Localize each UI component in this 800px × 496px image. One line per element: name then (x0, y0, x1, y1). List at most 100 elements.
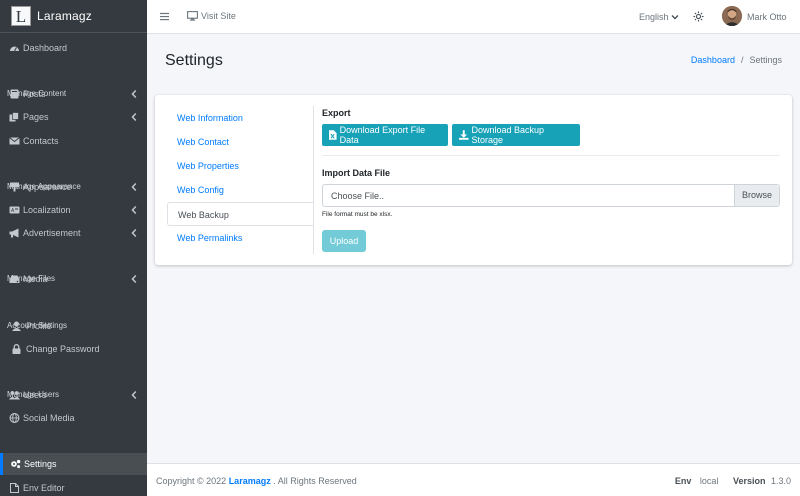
breadcrumb-current: Settings (749, 55, 782, 65)
bullhorn-icon (9, 228, 19, 238)
env-value: local (699, 476, 719, 486)
download-icon (459, 130, 469, 140)
sidebar-item-settings[interactable]: Settings (0, 453, 147, 476)
footer-brand-link[interactable]: Laramagz (229, 476, 271, 486)
sidebar-item-label: Pages (23, 112, 49, 123)
brand[interactable]: L Laramagz (0, 0, 147, 33)
chevron-left-icon (131, 229, 137, 238)
env-version: Env local Version 1.3.0 (675, 476, 791, 486)
user-name[interactable]: Mark Otto (747, 12, 787, 22)
copyright: Copyright © 2022 Laramagz . All Rights R… (156, 476, 357, 486)
sidebar: L Laramagz Dashboard Manage Content Posts P… (0, 0, 147, 496)
chevron-left-icon (131, 390, 137, 400)
sidebar-item-appearance[interactable]: Appearance (0, 176, 147, 198)
section-divider (322, 155, 780, 156)
language-label: English (639, 12, 669, 22)
sidebar-item-env-editor[interactable]: Env Editor (0, 477, 147, 496)
chevron-left-icon (131, 113, 137, 122)
sidebar-item-posts[interactable]: Posts (0, 83, 147, 105)
tab-web-information[interactable]: Web Information (167, 106, 314, 130)
brand-logo: L (11, 6, 31, 26)
sidebar-item-localization[interactable]: A Localization (0, 199, 147, 221)
sidebar-item-label: Change Password (26, 343, 100, 354)
hamburger-menu-icon[interactable] (160, 12, 169, 21)
paint-brush-icon (10, 182, 19, 192)
sidebar-item-label: Users (23, 390, 47, 400)
sidebar-item-media[interactable]: Media (0, 268, 147, 290)
download-backup-label: Download Backup Storage (471, 125, 545, 145)
avatar-image (722, 6, 742, 26)
export-label: Export (322, 108, 351, 118)
desktop-icon (187, 11, 198, 21)
sidebar-item-label: Posts (23, 89, 46, 100)
lock-icon (12, 343, 21, 354)
breadcrumb-separator: / (740, 55, 744, 65)
import-label: Import Data File (322, 168, 391, 178)
users-icon (9, 391, 20, 400)
sidebar-item-label: Dashboard (23, 43, 68, 53)
download-backup-button[interactable]: Download Backup Storage (452, 124, 580, 146)
sidebar-item-social-media[interactable]: Social Media (0, 407, 147, 429)
copyright-prefix: Copyright © 2022 (156, 476, 229, 486)
hdd-icon (9, 275, 20, 284)
theme-toggle-icon[interactable] (693, 11, 704, 22)
sidebar-item-contacts[interactable]: Contacts (0, 130, 147, 152)
download-export-button[interactable]: Download Export File Data (322, 124, 448, 146)
language-dropdown[interactable]: English (639, 12, 679, 22)
file-format-hint: File format must be xlsx. (322, 211, 393, 218)
sidebar-item-dashboard[interactable]: Dashboard (0, 37, 147, 59)
version-value: 1.3.0 (770, 476, 791, 486)
chevron-left-icon (131, 205, 137, 215)
language-icon: A (9, 206, 20, 214)
settings-card: Web Information Web Contact Web Properties… (155, 95, 792, 265)
file-excel-icon (329, 130, 337, 140)
user-icon (12, 321, 21, 331)
tab-web-backup[interactable]: Web Backup (167, 202, 314, 226)
sidebar-item-label: Advertisement (23, 228, 81, 239)
tab-web-config[interactable]: Web Config (167, 178, 314, 202)
visit-site-link[interactable]: Visit Site (187, 11, 236, 21)
breadcrumb-dashboard-link[interactable]: Dashboard (691, 55, 735, 65)
chevron-left-icon (131, 275, 137, 284)
chevron-left-icon (131, 182, 137, 191)
copy-icon (9, 112, 19, 122)
sidebar-item-label: Profile (26, 320, 52, 331)
copyright-suffix: . All Rights Reserved (270, 476, 357, 486)
sidebar-item-label: Appearance (23, 181, 72, 192)
tab-web-permalinks[interactable]: Web Permalinks (167, 226, 314, 250)
download-export-label: Download Export File Data (339, 125, 426, 145)
sidebar-item-pages[interactable]: Pages (0, 106, 147, 128)
sidebar-item-users[interactable]: Users (0, 384, 147, 406)
settings-tabs: Web Information Web Contact Web Properties… (167, 106, 314, 250)
breadcrumb: Dashboard / Settings (691, 55, 782, 65)
sidebar-item-label: Localization (23, 205, 71, 215)
user-avatar[interactable] (722, 6, 742, 26)
file-input-placeholder: Choose File.. (331, 191, 385, 201)
tachometer-icon (10, 46, 19, 52)
brand-name: Laramagz (37, 9, 92, 23)
sidebar-item-advertisement[interactable]: Advertisement (0, 222, 147, 244)
chevron-left-icon (131, 90, 137, 99)
sidebar-item-label: Contacts (23, 135, 59, 146)
env-label: Env (674, 476, 692, 486)
sidebar-item-change-password[interactable]: Change Password (0, 338, 147, 360)
import-file-input[interactable]: Choose File.. Browse (322, 184, 780, 207)
chevron-down-icon (671, 15, 679, 20)
book-icon (10, 89, 19, 99)
footer: Copyright © 2022 Laramagz . All Rights R… (147, 463, 800, 496)
visit-site-label: Visit Site (201, 11, 236, 21)
cogs-icon (11, 460, 21, 469)
tab-web-properties[interactable]: Web Properties (167, 154, 314, 178)
tab-web-contact[interactable]: Web Contact (167, 130, 314, 154)
sidebar-item-label: Social Media (23, 413, 75, 424)
sidebar-item-label: Settings (24, 459, 57, 470)
sidebar-item-label: Media (23, 274, 48, 285)
sidebar-item-profile[interactable]: Profile (0, 315, 147, 337)
upload-button[interactable]: Upload (322, 230, 366, 252)
tabs-divider (313, 106, 314, 254)
browse-button[interactable]: Browse (734, 185, 779, 206)
envelope-icon (9, 136, 20, 145)
file-icon (10, 482, 19, 493)
version-label: Version (732, 476, 766, 486)
globe-icon (9, 413, 20, 424)
